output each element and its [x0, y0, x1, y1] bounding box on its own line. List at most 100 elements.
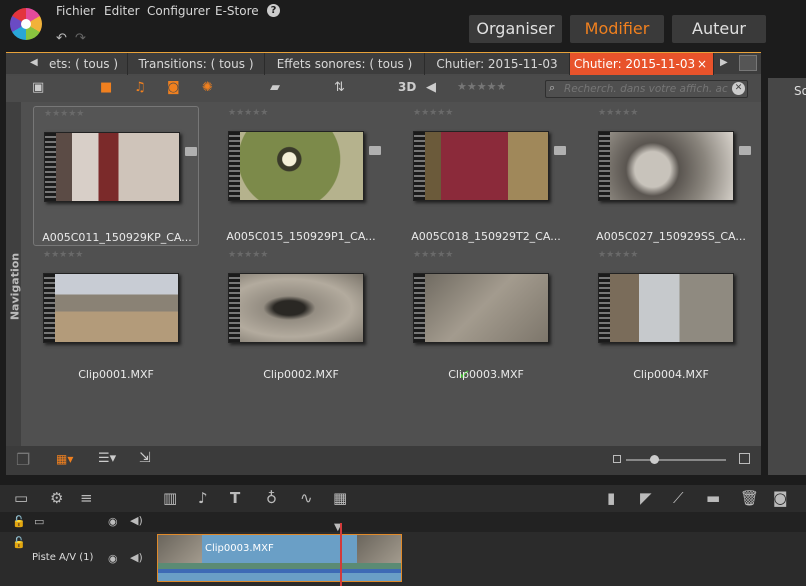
playhead[interactable] [340, 523, 342, 586]
snapshot-icon[interactable]: ◙ [773, 489, 788, 507]
tab-scroll-right-icon[interactable]: ▶ [720, 57, 728, 68]
storyboard-icon[interactable]: ▭ [14, 489, 28, 507]
bookmark-icon[interactable]: ◤ [640, 489, 652, 507]
track-header-icon[interactable]: ▭ [34, 515, 44, 528]
clip-thumbnail [228, 131, 364, 201]
track-visibility-icon[interactable]: ◉ [108, 552, 118, 565]
track-name: Piste A/V (1) [32, 552, 94, 563]
track-volume-icon[interactable]: ◀) [130, 551, 143, 564]
add-tab-icon[interactable] [739, 55, 757, 71]
tag-icon[interactable]: ◀ [426, 80, 436, 95]
clip-card[interactable]: ★★★★★ A005C018_150929T2_CA... [403, 106, 569, 246]
sort-icon[interactable]: ⇅ [334, 80, 345, 95]
import-icon[interactable]: ▣ [32, 80, 44, 95]
rating-stars[interactable]: ★★★★★ [598, 250, 638, 260]
clip-grid: ★★★★★ A005C011_150929KP_CA... ★★★★★ A005… [21, 102, 761, 446]
audio-filter-icon[interactable]: ♫ [134, 80, 146, 95]
clip-thumbnail [413, 131, 549, 201]
folder-badge-icon [185, 147, 197, 156]
auteur-button[interactable]: Auteur [672, 15, 766, 43]
marker-icon[interactable]: ▮ [607, 489, 615, 507]
rating-stars[interactable]: ★★★★★ [228, 250, 268, 260]
clip-thumbnail [43, 273, 179, 343]
zoom-slider-handle[interactable] [650, 455, 659, 464]
video-filter-icon[interactable]: ■ [100, 80, 112, 95]
help-icon[interactable]: ? [267, 4, 280, 17]
tab-sound-effects[interactable]: Effets sonores: ( tous ) [265, 53, 425, 75]
clip-card[interactable]: ★★★★★ Clip0001.MXF [33, 248, 199, 388]
clip-thumbnail [44, 132, 180, 202]
grid-view-icon[interactable]: ▦▾ [56, 452, 73, 466]
menu-estore[interactable]: E-Store [215, 4, 259, 18]
menu-editer[interactable]: Editer [104, 4, 140, 18]
track-lock-icon[interactable]: 🔓 [12, 536, 26, 549]
tab-bin-1[interactable]: Chutier: 2015-11-03 [425, 53, 570, 75]
clip-thumbnail [598, 131, 734, 201]
redo-icon[interactable]: ↷ [75, 31, 86, 46]
3d-filter-button[interactable]: 3D [398, 80, 416, 94]
title-icon[interactable]: T [230, 489, 240, 507]
send-to-timeline-icon[interactable]: ⇲ [139, 450, 151, 466]
undo-icon[interactable]: ↶ [56, 31, 67, 46]
rating-stars[interactable]: ★★★★★ [44, 109, 84, 119]
zoom-slider[interactable] [626, 455, 726, 464]
filmstrip-icon [229, 132, 240, 200]
settings-gear-icon[interactable]: ⚙ [50, 489, 63, 507]
filmstrip-icon [414, 274, 425, 342]
rating-stars[interactable]: ★★★★★ [413, 250, 453, 260]
clip-card[interactable]: ★★★★★ A005C011_150929KP_CA... [33, 106, 199, 246]
timeline-clip[interactable]: Clip0003.MXF [157, 534, 402, 582]
search-box[interactable]: ⌕ ✕ [545, 80, 748, 98]
clip-name: A005C027_150929SS_CA... [596, 230, 746, 243]
clip-card[interactable]: ★★★★★ A005C015_150929P1_CA... [218, 106, 384, 246]
clear-search-icon[interactable]: ✕ [732, 82, 745, 95]
tab-bin-2[interactable]: Chutier: 2015-11-03 × [570, 53, 714, 75]
music-icon[interactable]: ♪ [198, 489, 208, 507]
clip-card[interactable]: ★★★★★ ✔ Clip0003.MXF [403, 248, 569, 388]
voiceover-icon[interactable]: ♁ [266, 489, 277, 507]
rating-stars[interactable]: ★★★★★ [598, 108, 638, 118]
rating-stars[interactable]: ★★★★★ [228, 108, 268, 118]
clip-name: A005C015_150929P1_CA... [226, 230, 376, 243]
clip-thumbnail [413, 273, 549, 343]
track-options-icon[interactable]: ≡ [80, 489, 93, 507]
photo-filter-icon[interactable]: ◙ [167, 80, 180, 95]
folder-icon[interactable]: ▰ [270, 80, 280, 95]
clip-card[interactable]: ★★★★★ Clip0004.MXF [588, 248, 754, 388]
menu-configurer[interactable]: Configurer [147, 4, 210, 18]
search-input[interactable] [564, 82, 732, 96]
tab-scroll-left-icon[interactable]: ◀ [30, 57, 38, 68]
modifier-button[interactable]: Modifier [570, 15, 664, 43]
split-icon[interactable]: ⟋ [673, 489, 684, 507]
organiser-button[interactable]: Organiser [469, 15, 562, 43]
clip-name: Clip0003.MXF [448, 368, 524, 381]
top-bar: Fichier Editer Configurer E-Store ? ↶ ↷ … [0, 0, 806, 52]
close-tab-icon[interactable]: × [697, 53, 707, 75]
menu-fichier[interactable]: Fichier [56, 4, 95, 18]
volume-icon[interactable]: ◀) [130, 514, 143, 527]
navigation-strip[interactable]: Navigation [6, 102, 22, 446]
project-filter-icon[interactable]: ✺ [202, 80, 213, 95]
tab-effects[interactable]: ets: ( tous ) [40, 53, 128, 75]
clip-card[interactable]: ★★★★★ Clip0002.MXF [218, 248, 384, 388]
rating-filter-icon[interactable]: ★★★★★ [457, 80, 506, 93]
montage-icon[interactable]: ▦ [333, 489, 347, 507]
razor-icon[interactable]: ▬ [706, 489, 720, 507]
clip-card[interactable]: ★★★★★ A005C027_150929SS_CA... [588, 106, 754, 246]
audio-mixer-icon[interactable]: ▥ [163, 489, 177, 507]
transition-icon[interactable]: ∿ [300, 489, 313, 507]
clip-name: Clip0002.MXF [263, 368, 339, 381]
list-view-icon[interactable]: ☰▾ [98, 451, 116, 466]
folder-badge-icon [739, 146, 751, 155]
tab-bin-2-label: Chutier: 2015-11-03 [573, 57, 696, 71]
delete-icon[interactable]: 🗑 [740, 489, 759, 507]
clip-waveform [158, 569, 401, 573]
preview-panel [768, 78, 806, 475]
visibility-icon[interactable]: ◉ [108, 515, 118, 528]
rating-stars[interactable]: ★★★★★ [413, 108, 453, 118]
tab-transitions[interactable]: Transitions: ( tous ) [128, 53, 265, 75]
collections-icon[interactable]: ❐ [16, 450, 30, 469]
rating-stars[interactable]: ★★★★★ [43, 250, 83, 260]
clip-name: Clip0001.MXF [78, 368, 154, 381]
lock-icon[interactable]: 🔓 [12, 515, 26, 528]
